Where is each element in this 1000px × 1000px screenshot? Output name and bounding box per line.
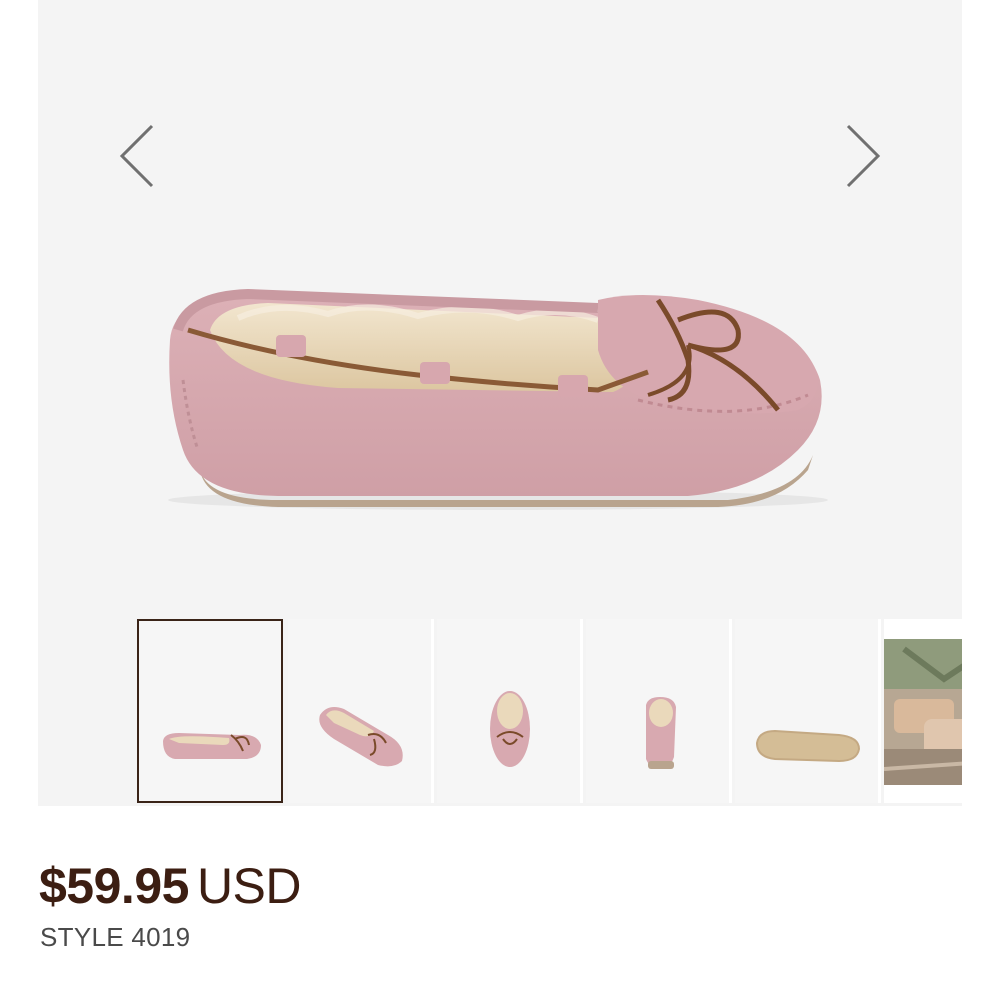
- next-image-button[interactable]: [838, 120, 888, 192]
- previous-image-button[interactable]: [112, 120, 162, 192]
- chevron-left-icon: [119, 124, 154, 188]
- product-gallery: [38, 0, 962, 806]
- thumbnail-strip: [137, 619, 962, 805]
- thumbnail-lifestyle-photo[interactable]: [884, 619, 962, 803]
- price-amount: $59.95: [39, 858, 189, 914]
- thumbnail-back-view[interactable]: [586, 619, 732, 803]
- product-price: $59.95 USD: [39, 856, 302, 916]
- price-currency: USD: [196, 858, 302, 914]
- thumbnail-sole-view[interactable]: [735, 619, 881, 803]
- thumbnail-angle-view[interactable]: [288, 619, 434, 803]
- thumbnail-side-view[interactable]: [137, 619, 283, 803]
- product-style-number: STYLE 4019: [40, 922, 191, 952]
- chevron-right-icon: [846, 124, 881, 188]
- thumbnail-top-view[interactable]: [437, 619, 583, 803]
- main-product-image[interactable]: [38, 0, 962, 612]
- product-page: $59.95 USD STYLE 4019: [0, 0, 1000, 1000]
- moccasin-side-image: [168, 288, 828, 510]
